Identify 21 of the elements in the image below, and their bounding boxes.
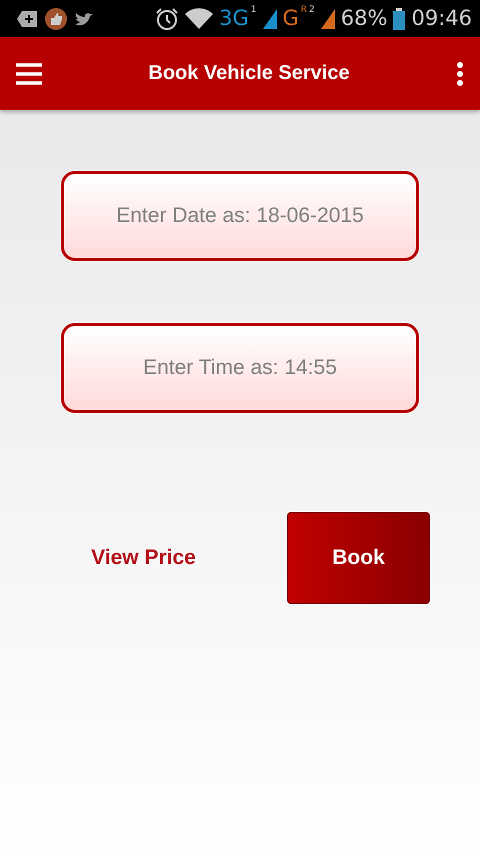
notification-icon xyxy=(16,10,38,28)
wifi-icon xyxy=(185,8,214,30)
sim-number: 2 xyxy=(309,5,315,15)
menu-icon[interactable] xyxy=(16,62,42,86)
network-type: G xyxy=(282,8,299,29)
sim-number: 1 xyxy=(250,5,256,15)
input-field[interactable]: Enter Date as: 18-06-2015 xyxy=(61,171,419,261)
thumbs-up-icon xyxy=(44,6,68,30)
input-field[interactable]: Enter Time as: 14:55 xyxy=(61,323,419,413)
more-options-icon[interactable] xyxy=(456,60,464,86)
screen-title: Book Vehicle Service xyxy=(147,62,351,85)
signal-icon xyxy=(262,8,276,28)
alarm-clock-icon xyxy=(155,6,180,30)
view-price-link[interactable]: View Price xyxy=(0,546,287,570)
battery-icon xyxy=(393,8,406,30)
clock-time: 09:46 xyxy=(411,8,472,29)
signal-icon xyxy=(320,8,335,28)
book-button[interactable]: Book xyxy=(287,512,430,604)
battery-percent: 68% xyxy=(340,8,388,29)
roaming-indicator: R xyxy=(300,5,308,15)
network-type: 3G xyxy=(219,8,249,29)
